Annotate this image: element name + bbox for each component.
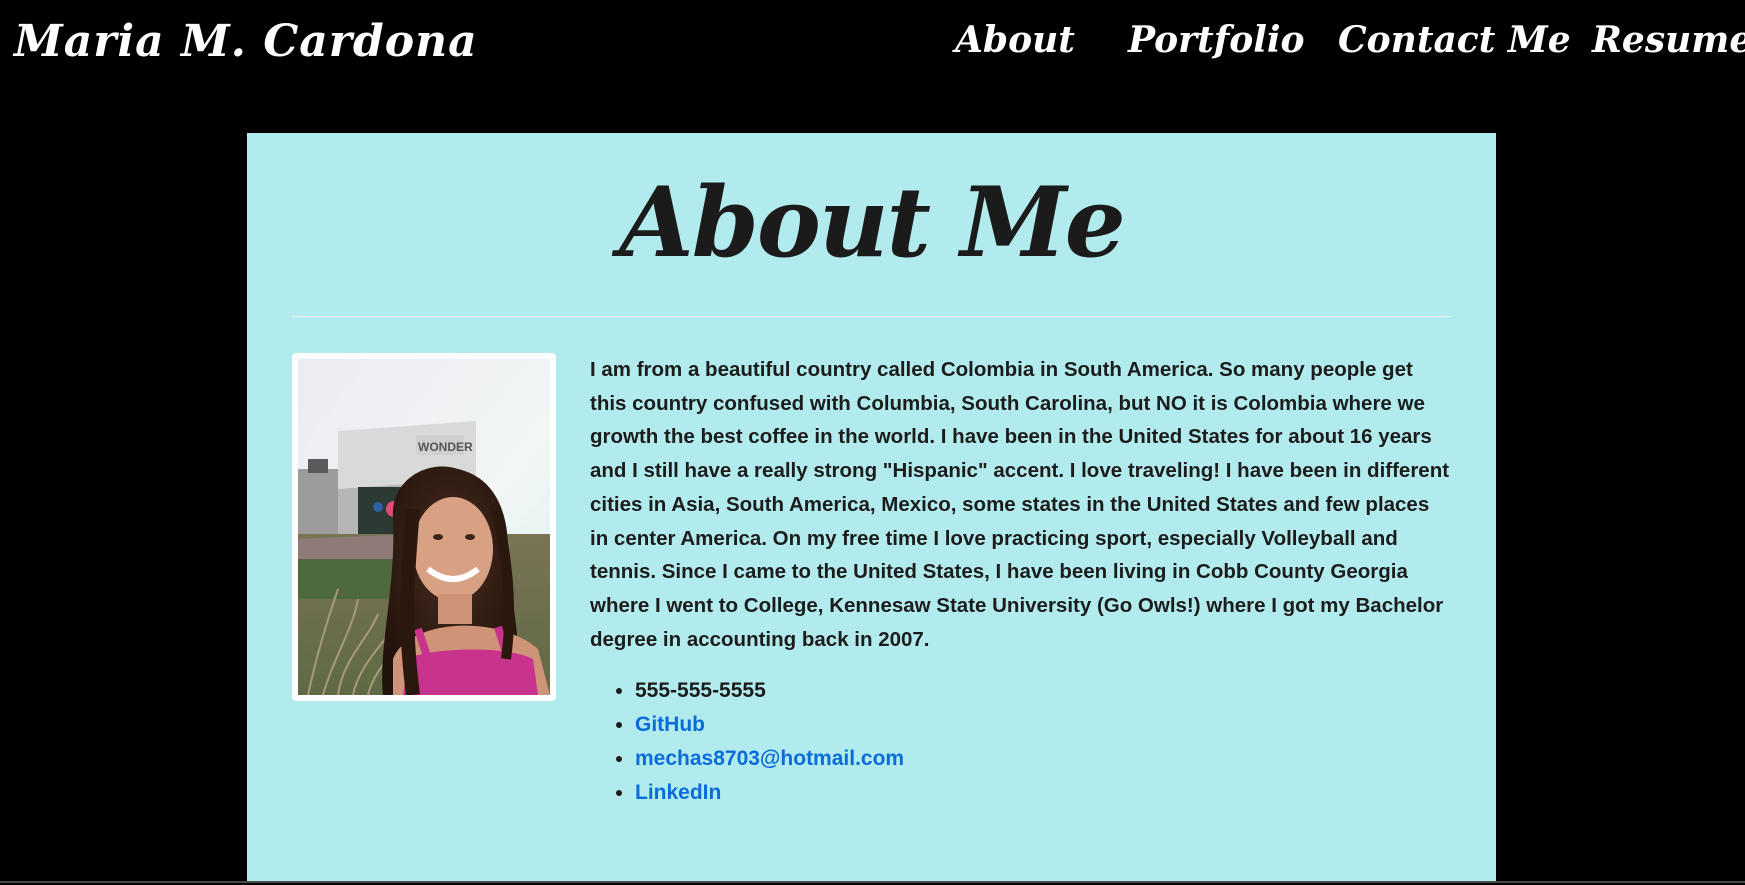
linkedin-link[interactable]: LinkedIn — [635, 781, 721, 804]
about-card: About Me WONDER I am from a beautiful co… — [247, 133, 1496, 882]
building-sign: WONDER — [418, 440, 473, 454]
title-divider — [292, 316, 1451, 317]
github-link[interactable]: GitHub — [635, 713, 705, 736]
list-item: mechas8703@hotmail.com — [635, 742, 904, 776]
nav-link-resume[interactable]: Resume — [1592, 10, 1745, 70]
page: Maria M. Cardona About Portfolio Contact… — [0, 0, 1745, 885]
main-nav: About Portfolio Contact Me Resume — [0, 10, 1745, 70]
phone-number: 555-555-5555 — [635, 679, 766, 702]
nav-link-contact-me[interactable]: Contact Me — [1338, 10, 1571, 70]
contact-list: 555-555-5555 GitHub mechas8703@hotmail.c… — [590, 674, 904, 810]
page-title: About Me — [619, 166, 1126, 279]
nav-link-about[interactable]: About — [955, 10, 1075, 70]
list-item: 555-555-5555 — [635, 674, 904, 708]
profile-photo-frame: WONDER — [292, 353, 556, 701]
list-item: LinkedIn — [635, 776, 904, 810]
page-bottom-border — [0, 881, 1745, 883]
bio-paragraph: I am from a beautiful country called Col… — [590, 358, 1450, 651]
email-link[interactable]: mechas8703@hotmail.com — [635, 747, 904, 770]
profile-photo: WONDER — [298, 359, 550, 695]
nav-link-portfolio[interactable]: Portfolio — [1128, 10, 1305, 70]
list-item: GitHub — [635, 708, 904, 742]
